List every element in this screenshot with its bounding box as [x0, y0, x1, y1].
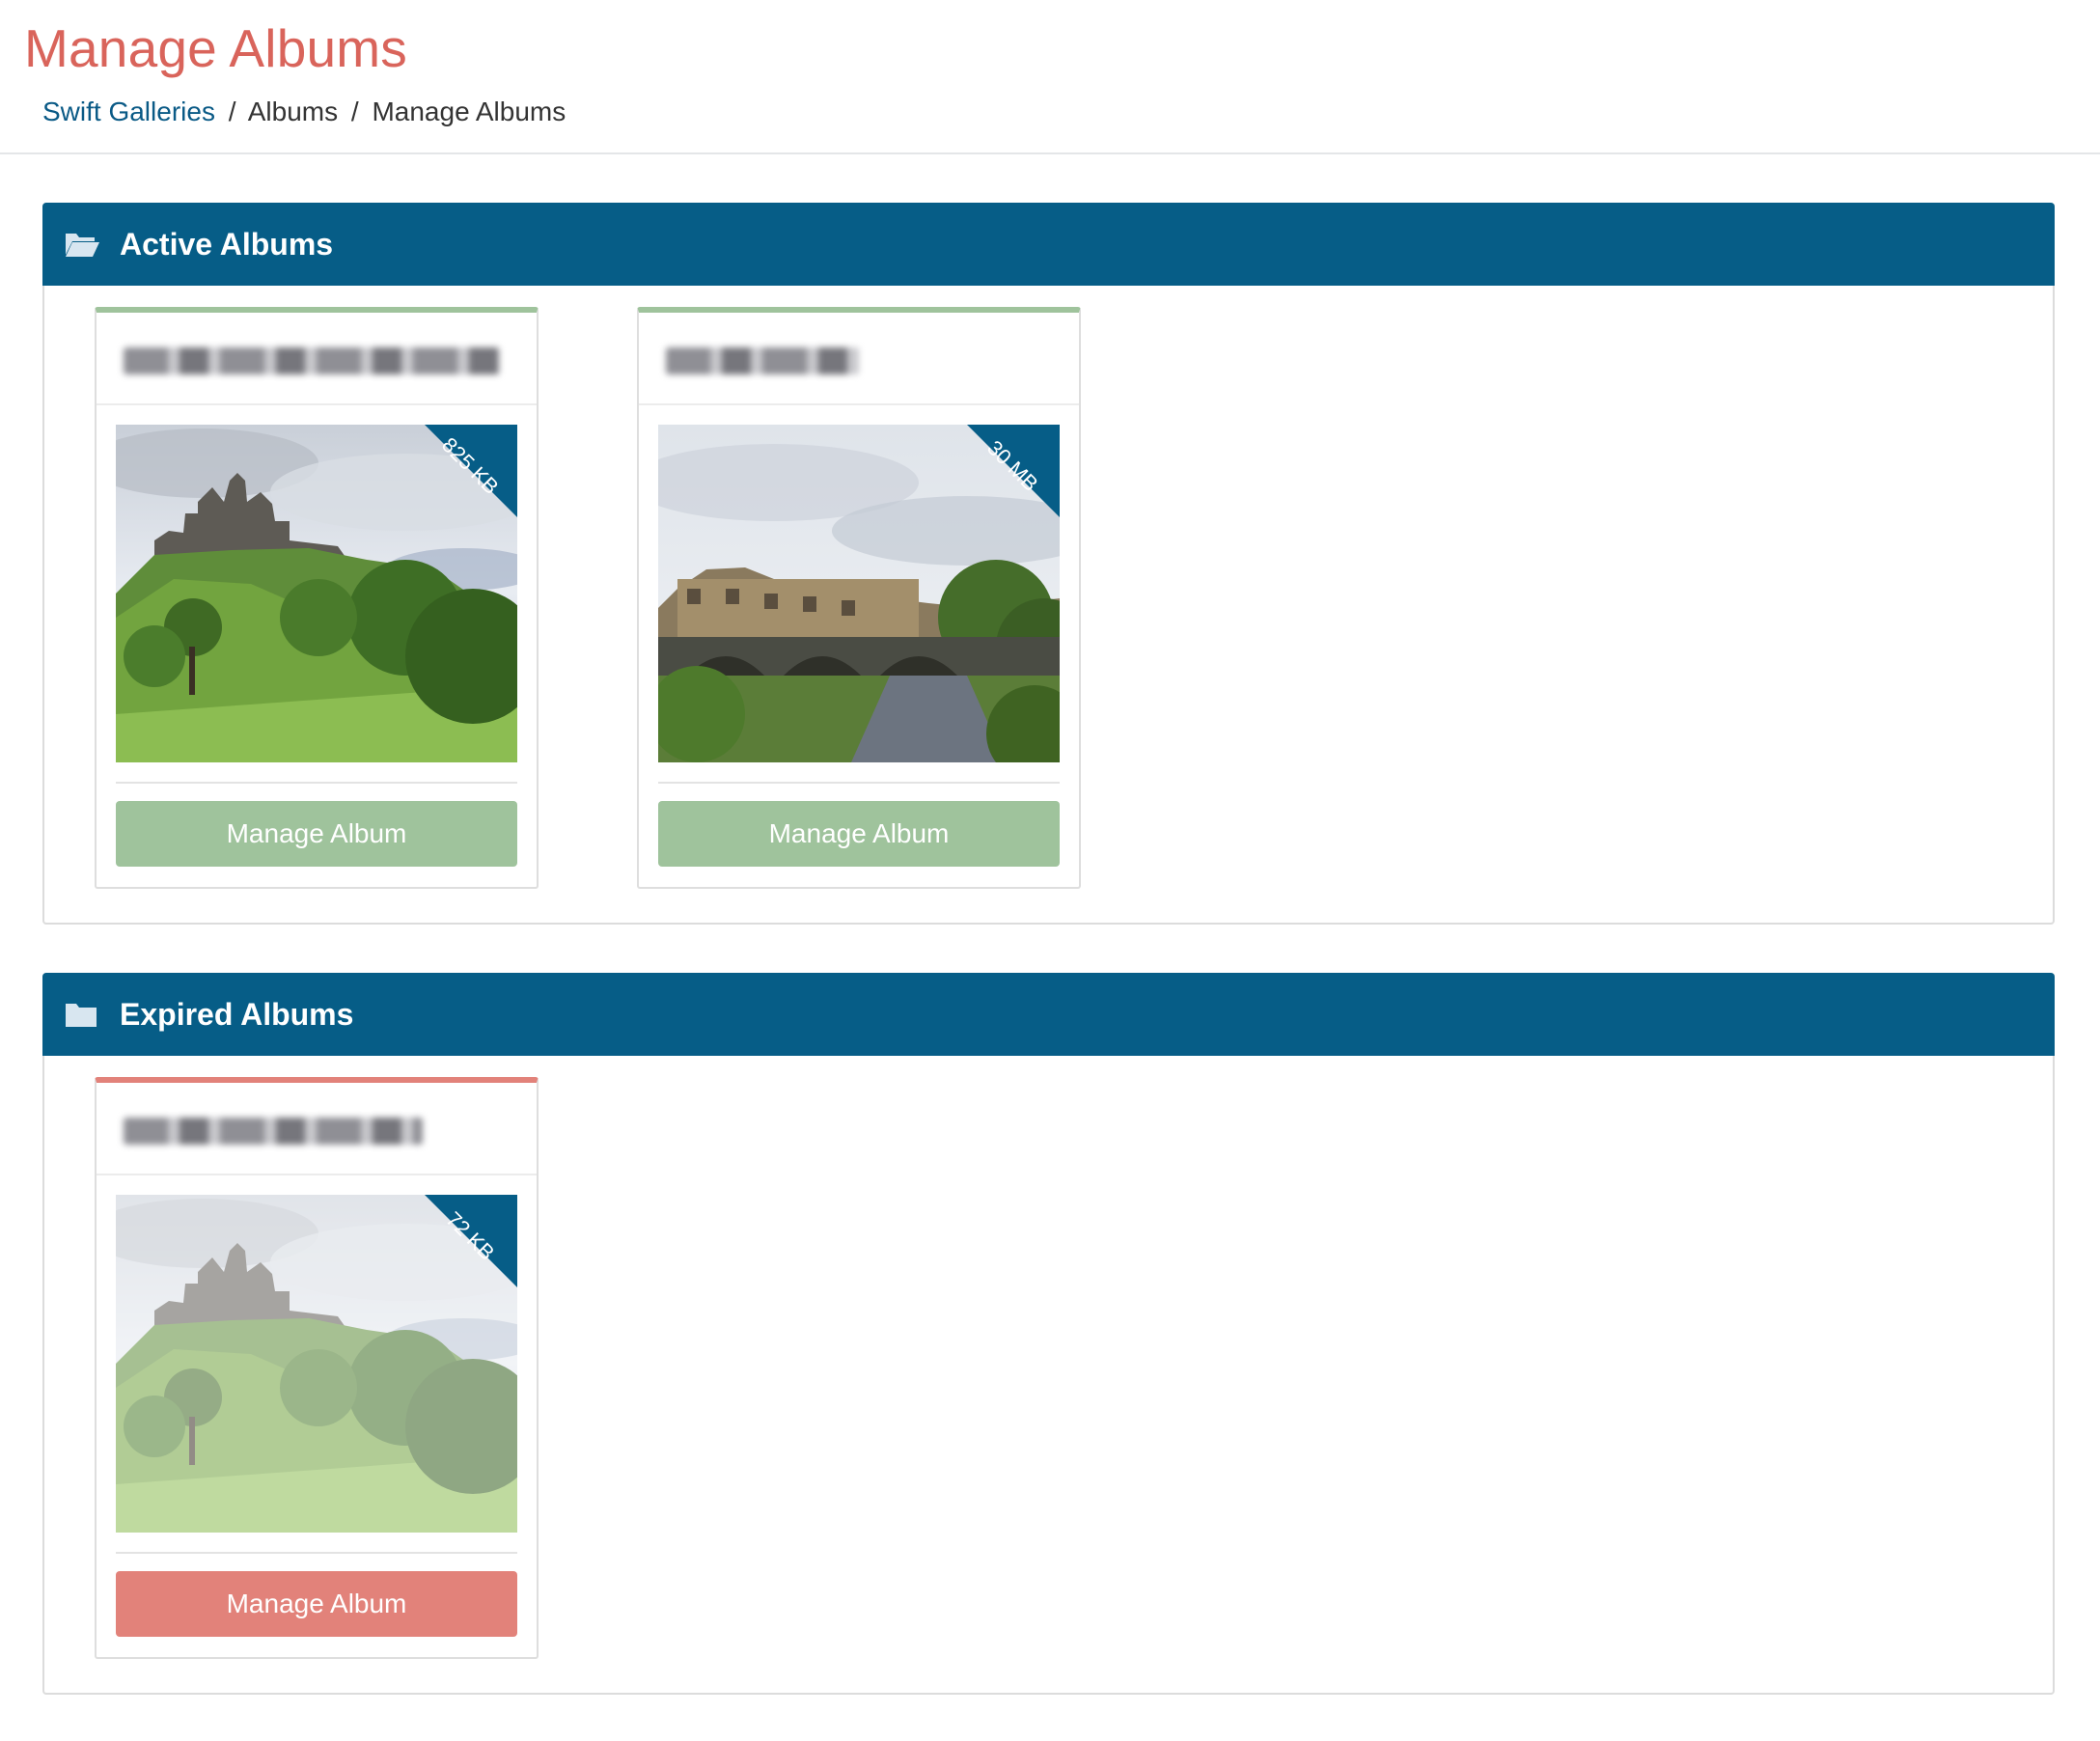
- album-card: 825 KB Manage Album: [95, 307, 539, 889]
- album-title-redacted: [124, 347, 500, 374]
- breadcrumb-current: Manage Albums: [372, 97, 566, 126]
- breadcrumb: Swift Galleries / Albums / Manage Albums: [42, 97, 566, 127]
- active-albums-panel: Active Albums 825 KB Manage Album 30 MB …: [42, 203, 2055, 925]
- album-card-header: [97, 1083, 537, 1175]
- breadcrumb-separator: /: [228, 97, 236, 126]
- album-card-header: [639, 313, 1079, 405]
- album-title-redacted: [666, 347, 859, 374]
- page-title: Manage Albums: [24, 18, 407, 78]
- album-cover[interactable]: 72 KB: [116, 1195, 517, 1533]
- active-albums-heading: Active Albums: [42, 203, 2055, 286]
- expired-albums-panel: Expired Albums 72 KB Manage Album: [42, 973, 2055, 1695]
- expired-albums-title: Expired Albums: [120, 996, 354, 1032]
- card-divider: [116, 782, 517, 784]
- card-divider: [116, 1552, 517, 1554]
- manage-album-button[interactable]: Manage Album: [116, 1571, 517, 1637]
- album-cover[interactable]: 30 MB: [658, 425, 1060, 762]
- album-card: 30 MB Manage Album: [637, 307, 1081, 889]
- album-title-redacted: [124, 1118, 423, 1145]
- card-divider: [658, 782, 1060, 784]
- manage-album-button[interactable]: Manage Album: [658, 801, 1060, 867]
- album-card-header: [97, 313, 537, 405]
- album-cover[interactable]: 825 KB: [116, 425, 517, 762]
- folder-closed-icon: [64, 1000, 100, 1029]
- album-card: 72 KB Manage Album: [95, 1077, 539, 1659]
- manage-album-button[interactable]: Manage Album: [116, 801, 517, 867]
- active-albums-title: Active Albums: [120, 226, 334, 262]
- breadcrumb-separator: /: [350, 97, 359, 126]
- expired-albums-heading: Expired Albums: [42, 973, 2055, 1056]
- folder-open-icon: [64, 230, 100, 259]
- page-header: Manage Albums Swift Galleries / Albums /…: [0, 0, 2100, 154]
- breadcrumb-albums: Albums: [247, 97, 339, 126]
- breadcrumb-home-link[interactable]: Swift Galleries: [42, 97, 215, 126]
